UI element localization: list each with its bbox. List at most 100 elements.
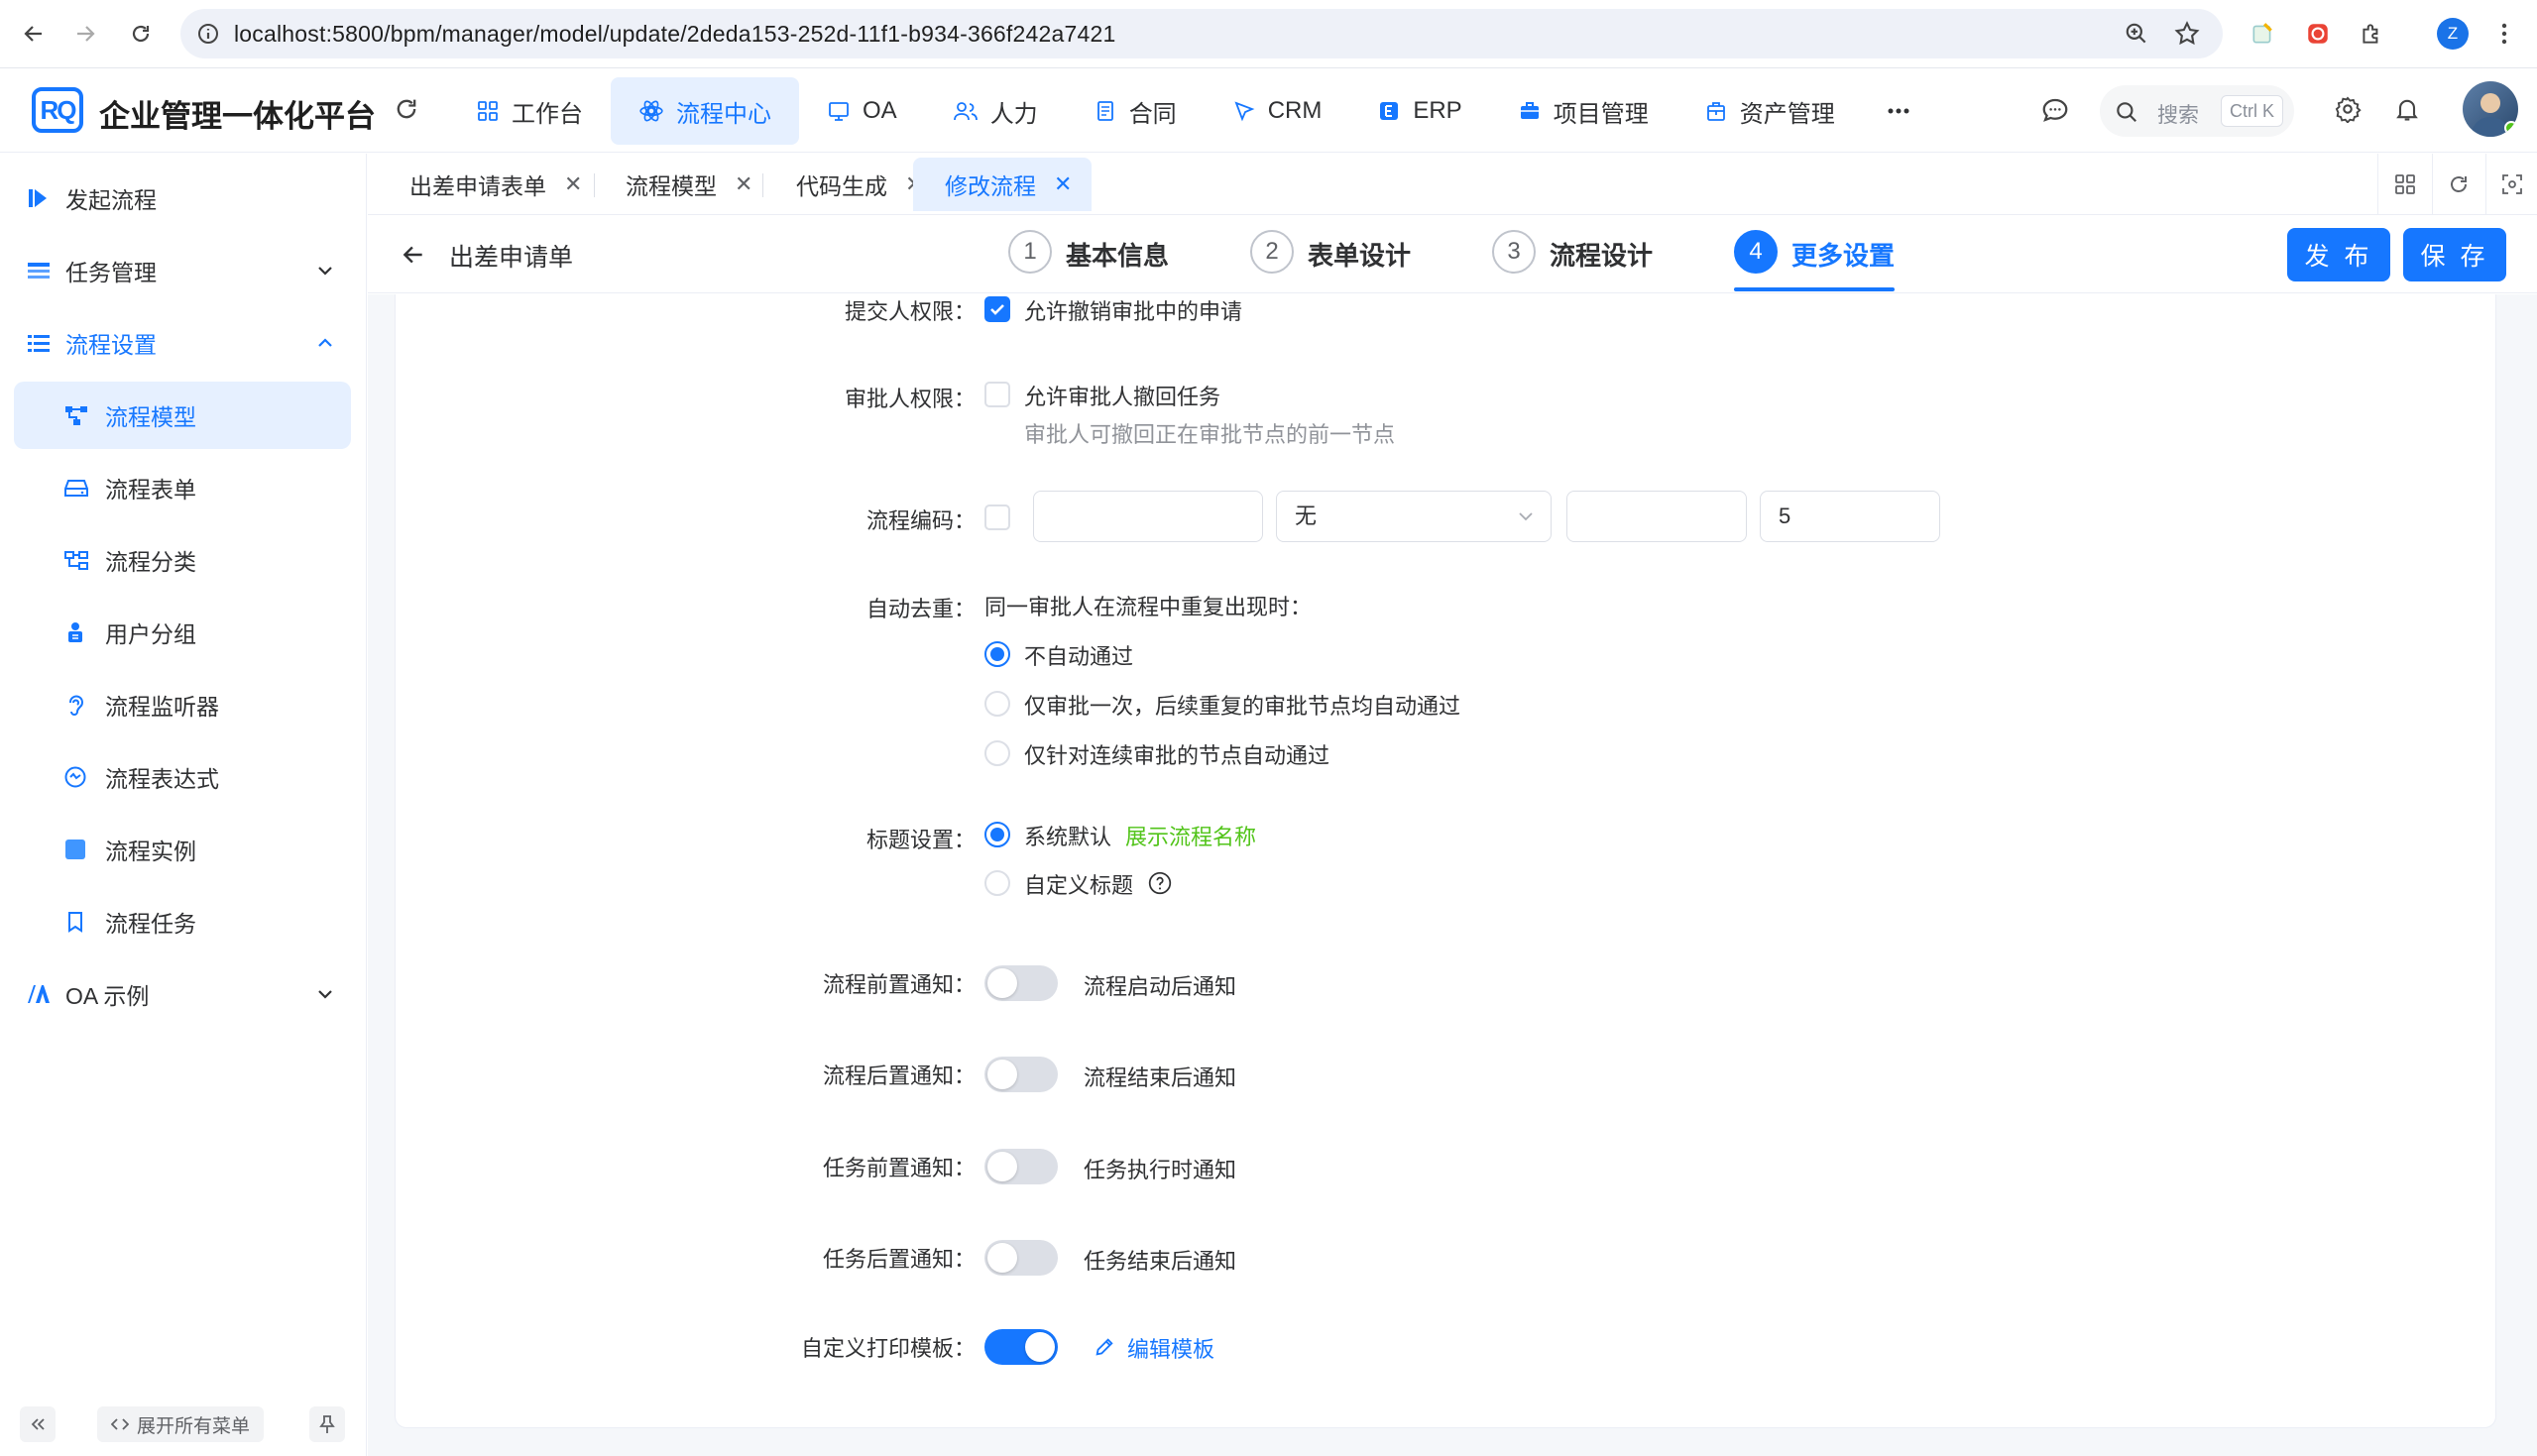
tab-close-icon[interactable]: ✕ [1054, 171, 1072, 197]
sidebar-item-process-instance[interactable]: 流程实例 [14, 816, 351, 883]
tab-close-icon[interactable]: ✕ [735, 171, 752, 197]
notify-label: 流程前置通知： [822, 972, 976, 997]
step-header: 出差申请单 1 基本信息 2 表单设计 3 流程设计 4 更多设置 发 布 保 … [368, 216, 2537, 293]
top-menu-crm[interactable]: CRM [1205, 77, 1350, 145]
grid-view-icon[interactable] [2388, 168, 2422, 201]
step-more-settings[interactable]: 4 更多设置 [1734, 230, 1896, 291]
sidebar-item-task-management[interactable]: 任务管理 [14, 237, 351, 304]
tab-label: 代码生成 [796, 173, 887, 199]
bookmark-star-icon[interactable] [2173, 20, 2201, 48]
notify-pre-task-switch[interactable] [984, 1149, 1058, 1184]
settings-gear-icon[interactable] [2334, 95, 2362, 123]
top-menu-label: 资产管理 [1739, 100, 1835, 128]
address-bar[interactable]: localhost:5800/bpm/manager/model/update/… [180, 9, 2223, 58]
expand-all-menus-button[interactable]: 展开所有菜单 [97, 1406, 265, 1442]
sidebar-item-start-process[interactable]: 发起流程 [14, 165, 351, 232]
top-menu-asset[interactable]: 资产管理 [1676, 77, 1863, 145]
app-logo: RQ [32, 87, 83, 133]
dedupe-option-no-auto-radio[interactable] [984, 641, 1010, 667]
browser-reload-icon[interactable] [125, 18, 157, 50]
step-process-design[interactable]: 3 流程设计 [1492, 230, 1653, 289]
process-code-postfix-input[interactable] [1566, 491, 1747, 542]
top-menu-contract[interactable]: 合同 [1066, 77, 1205, 145]
sidebar-item-process-expression[interactable]: 流程表达式 [14, 743, 351, 811]
step-label: 流程设计 [1550, 241, 1654, 271]
profile-avatar[interactable]: Z [2437, 18, 2469, 50]
publish-button[interactable]: 发 布 [2287, 228, 2390, 281]
dedupe-option-once-radio[interactable] [984, 691, 1010, 717]
sidebar-item-user-group[interactable]: 用户分组 [14, 599, 351, 666]
title-default-radio[interactable] [984, 822, 1010, 847]
user-group-icon [63, 620, 87, 644]
top-menu-project[interactable]: 项目管理 [1490, 77, 1676, 145]
dedupe-option-consecutive-radio[interactable] [984, 740, 1010, 766]
sidebar-item-oa-demo[interactable]: OA 示例 [14, 960, 351, 1028]
sidebar-item-process-model[interactable]: 流程模型 [14, 382, 351, 449]
extensions-puzzle-icon[interactable] [2356, 18, 2387, 50]
user-avatar[interactable] [2463, 81, 2518, 137]
reload-tab-icon[interactable] [2442, 168, 2476, 201]
global-search[interactable]: 搜索 Ctrl K [2100, 85, 2294, 137]
step-form-design[interactable]: 2 表单设计 [1250, 230, 1411, 289]
sidebar-item-label: 用户分组 [105, 621, 196, 647]
tab-edit-process[interactable]: 修改流程 ✕ [913, 158, 1093, 211]
zoom-icon[interactable] [2124, 21, 2149, 47]
top-menu-workbench[interactable]: 工作台 [448, 77, 611, 145]
sidebar-item-process-task[interactable]: 流程任务 [14, 888, 351, 955]
length-value: 5 [1779, 504, 1791, 528]
help-question-icon[interactable] [1147, 870, 1173, 896]
extension-red-icon[interactable] [2302, 18, 2334, 50]
fullscreen-icon[interactable] [2495, 168, 2529, 201]
tab-close-icon[interactable]: ✕ [564, 171, 582, 197]
notify-post-process-switch[interactable] [984, 1057, 1058, 1092]
sidebar-item-process-form[interactable]: 流程表单 [14, 454, 351, 521]
process-code-length-input[interactable]: 5 [1760, 491, 1940, 542]
sidebar-footer: 展开所有菜单 [0, 1395, 367, 1456]
sidebar-item-process-settings[interactable]: 流程设置 [14, 309, 351, 377]
top-menu-oa[interactable]: OA [799, 77, 925, 145]
browser-menu-icon[interactable] [2488, 18, 2520, 50]
play-icon [26, 186, 50, 210]
process-code-label: 流程编码： [865, 508, 976, 533]
site-info-icon[interactable] [196, 22, 220, 46]
pin-sidebar-button[interactable] [309, 1406, 345, 1442]
title-custom-radio[interactable] [984, 870, 1010, 896]
top-menu-erp[interactable]: ERP [1349, 77, 1489, 145]
tab-business-trip-form[interactable]: 出差申请表单 ✕ [368, 158, 602, 211]
approver-permission-label: 审批人权限： [844, 387, 976, 411]
refresh-icon[interactable] [393, 95, 420, 123]
chat-icon[interactable] [2040, 95, 2070, 125]
settings-card: 提交人权限： 允许撤销审批中的申请 审批人权限： 允许审批人撤回任务 审批人可撤… [395, 294, 2496, 1428]
step-number: 2 [1250, 230, 1294, 274]
process-code-date-select[interactable]: 无 [1276, 491, 1552, 542]
submitter-permission-label: 提交人权限： [844, 299, 976, 324]
briefcase-icon [1518, 99, 1542, 123]
search-shortcut: Ctrl K [2221, 95, 2283, 127]
notification-bell-icon[interactable] [2393, 95, 2421, 123]
notify-pre-process-switch[interactable] [984, 965, 1058, 1001]
sidebar-item-label: 流程监听器 [105, 694, 219, 720]
crm-icon [1232, 99, 1256, 123]
top-menu-flow-center[interactable]: 流程中心 [611, 77, 799, 145]
collapse-sidebar-button[interactable] [20, 1406, 56, 1442]
back-arrow-icon[interactable] [400, 242, 427, 268]
browser-forward-icon[interactable] [69, 18, 101, 50]
browser-back-icon[interactable] [18, 18, 50, 50]
edit-template-link[interactable]: 编辑模板 [1127, 1332, 1214, 1364]
print-template-switch[interactable] [984, 1329, 1058, 1365]
process-code-checkbox[interactable] [984, 504, 1010, 530]
allow-revoke-checkbox[interactable] [984, 296, 1010, 322]
notify-post-task-switch[interactable] [984, 1240, 1058, 1276]
sidebar-item-process-category[interactable]: 流程分类 [14, 526, 351, 594]
process-code-prefix-input[interactable] [1033, 491, 1263, 542]
step-basic-info[interactable]: 1 基本信息 [1008, 230, 1169, 289]
expand-all-label: 展开所有菜单 [137, 1415, 251, 1437]
oa-demo-icon [26, 982, 52, 1006]
tab-process-model[interactable]: 流程模型 ✕ [584, 158, 772, 211]
allow-approver-withdraw-checkbox[interactable] [984, 382, 1010, 407]
save-button[interactable]: 保 存 [2403, 228, 2506, 281]
top-menu-hr[interactable]: 人力 [925, 77, 1066, 145]
extension-note-icon[interactable] [2247, 18, 2278, 50]
sidebar-item-process-listener[interactable]: 流程监听器 [14, 671, 351, 738]
top-menu-more[interactable] [1863, 77, 1934, 145]
